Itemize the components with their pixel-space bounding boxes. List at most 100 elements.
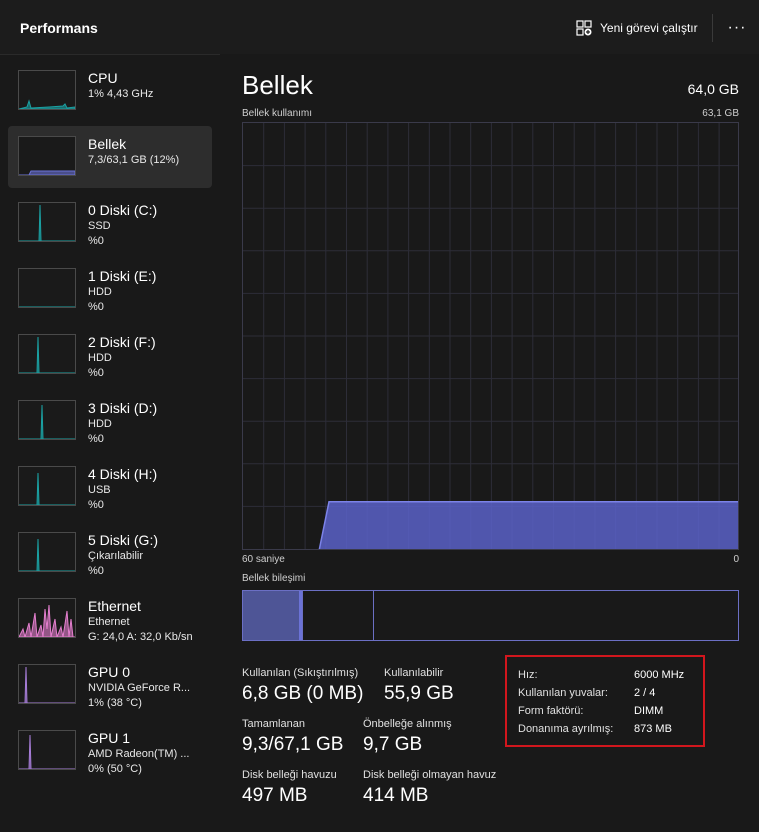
sparkline-area [19, 170, 75, 175]
run-new-task-button[interactable]: Yeni görevi çalıştır [570, 12, 710, 44]
sidebar-thumbnail-graph [18, 466, 76, 506]
new-task-icon [576, 20, 592, 36]
sidebar-item-name: GPU 1 [88, 730, 131, 746]
info-reserved-label: Donanıma ayrılmış: [518, 723, 614, 735]
sparkline-area [19, 604, 75, 637]
stat-paged-pool-label: Disk belleği havuzu [242, 769, 337, 781]
sidebar-item-usage: %0 [88, 499, 104, 511]
info-speed-value: 6000 MHz [634, 669, 685, 681]
sidebar-item-usage: %0 [88, 565, 104, 577]
memory-usage-label: Bellek kullanımı [242, 108, 313, 119]
sidebar-item-name: GPU 0 [88, 664, 131, 680]
info-form-factor-label: Form faktörü: [518, 705, 584, 717]
stat-cached-value: 9,7 GB [363, 734, 423, 755]
sidebar-item-2-diski-f[interactable]: 2 Diski (F:) HDD %0 [8, 324, 212, 386]
sidebar-item-detail: HDD [88, 352, 112, 364]
info-slots-label: Kullanılan yuvalar: [518, 687, 608, 699]
sidebar-item-bellek[interactable]: Bellek 7,3/63,1 GB (12%) [8, 126, 212, 188]
sidebar-item-name: 4 Diski (H:) [88, 466, 158, 482]
sidebar-item-detail: SSD [88, 220, 111, 232]
sidebar-item-3-diski-d[interactable]: 3 Diski (D:) HDD %0 [8, 390, 212, 452]
stat-committed-value: 9,3/67,1 GB [242, 734, 344, 755]
sparkline-area [19, 404, 75, 439]
sparkline [19, 99, 75, 109]
memory-composition-bar[interactable] [242, 590, 739, 641]
graph-time-label: 60 saniye [242, 554, 285, 565]
sidebar-thumbnail-graph [18, 532, 76, 572]
stat-nonpaged-pool-label: Disk belleği olmayan havuz [363, 769, 497, 781]
sparkline [19, 734, 75, 769]
stat-used-value: 6,8 GB (0 MB) [242, 683, 364, 704]
sparkline [19, 604, 75, 637]
sparkline [19, 666, 75, 703]
sparkline [19, 538, 75, 571]
more-options-icon: ··· [727, 19, 747, 36]
sparkline-area [19, 336, 75, 373]
sidebar-item-detail: Çıkarılabilir [88, 550, 144, 562]
memory-title: Bellek [242, 70, 313, 100]
sparkline-area [19, 734, 75, 769]
sidebar-thumbnail-graph [18, 268, 76, 308]
run-new-task-label: Yeni görevi çalıştır [600, 21, 698, 35]
stat-paged-pool-value: 497 MB [242, 785, 308, 806]
sidebar-item-detail: NVIDIA GeForce R... [88, 682, 191, 694]
sidebar-item-detail: 7,3/63,1 GB (12%) [88, 154, 180, 166]
stat-available-value: 55,9 GB [384, 683, 454, 704]
sidebar-item-name: 1 Diski (E:) [88, 268, 157, 284]
sidebar-item-detail: USB [88, 484, 111, 496]
stat-available: Kullanılabilir 55,9 GB [384, 667, 454, 705]
stat-committed: Tamamlanan 9,3/67,1 GB [242, 718, 343, 756]
sidebar-item-gpu-0[interactable]: GPU 0 NVIDIA GeForce R... 1% (38 °C) [8, 654, 212, 716]
stat-committed-label: Tamamlanan [242, 718, 305, 730]
memory-usage-area [318, 501, 738, 549]
memory-usage-graph-svg [243, 123, 738, 549]
sidebar-thumbnail-graph [18, 202, 76, 242]
sidebar-thumbnail-graph [18, 136, 76, 176]
sidebar-thumbnail-graph [18, 400, 76, 440]
sidebar-item-name: 3 Diski (D:) [88, 400, 158, 416]
sidebar-item-usage: %0 [88, 367, 104, 379]
sidebar-thumbnail-graph [18, 70, 76, 110]
sidebar-item-usage: 0% (50 °C) [88, 763, 142, 775]
info-speed-label: Hız: [518, 669, 538, 681]
sidebar-item-name: 5 Diski (G:) [88, 532, 158, 548]
sidebar-item-gpu-1[interactable]: GPU 1 AMD Radeon(TM) ... 0% (50 °C) [8, 720, 212, 782]
sidebar-item-5-diski-g[interactable]: 5 Diski (G:) Çıkarılabilir %0 [8, 522, 212, 584]
sidebar-item-usage: %0 [88, 235, 104, 247]
sidebar-thumbnail-graph [18, 598, 76, 638]
sidebar-item-cpu[interactable]: CPU 1% 4,43 GHz [8, 60, 212, 122]
graph-zero-label: 0 [733, 554, 739, 565]
more-options-button[interactable]: ··· [722, 16, 752, 40]
sidebar-item-usage: %0 [88, 433, 104, 445]
sparkline-area [19, 538, 75, 571]
stat-nonpaged-pool-value: 414 MB [363, 785, 429, 806]
stat-nonpaged-pool: Disk belleği olmayan havuz 414 MB [363, 769, 496, 807]
sidebar-item-usage: %0 [88, 301, 104, 313]
sidebar-item-4-diski-h[interactable]: 4 Diski (H:) USB %0 [8, 456, 212, 518]
stat-used-label: Kullanılan (Sıkıştırılmış) [242, 667, 359, 679]
sidebar-item-name: CPU [88, 70, 118, 86]
info-reserved-value: 873 MB [634, 723, 672, 735]
sparkline [19, 306, 75, 307]
sidebar-item-0-diski-c[interactable]: 0 Diski (C:) SSD %0 [8, 192, 212, 254]
stat-available-label: Kullanılabilir [384, 667, 444, 679]
memory-usage-max: 63,1 GB [702, 108, 739, 119]
composition-standby[interactable] [302, 591, 374, 640]
sidebar-thumbnail-graph [18, 730, 76, 770]
sparkline [19, 404, 75, 439]
sidebar-item-1-diski-e[interactable]: 1 Diski (E:) HDD %0 [8, 258, 212, 320]
sidebar-thumbnail-graph [18, 664, 76, 704]
memory-usage-graph [242, 122, 739, 550]
stat-cached: Önbelleğe alınmış 9,7 GB [363, 718, 452, 756]
memory-panel: Bellek 64,0 GB Bellek kullanımı 63,1 GB [220, 54, 759, 832]
sidebar-item-detail: HDD [88, 286, 112, 298]
title-bar: Performans Yeni görevi çalıştır ··· [0, 0, 759, 55]
sidebar-item-ethernet[interactable]: Ethernet Ethernet G: 24,0 A: 32,0 Kb/sn [8, 588, 212, 650]
sparkline-area [19, 99, 75, 109]
composition-free[interactable] [374, 591, 738, 640]
sparkline [19, 336, 75, 373]
sparkline [19, 472, 75, 505]
sparkline [19, 170, 75, 175]
sidebar-item-usage: 1% (38 °C) [88, 697, 142, 709]
composition-in-use[interactable] [243, 591, 299, 640]
